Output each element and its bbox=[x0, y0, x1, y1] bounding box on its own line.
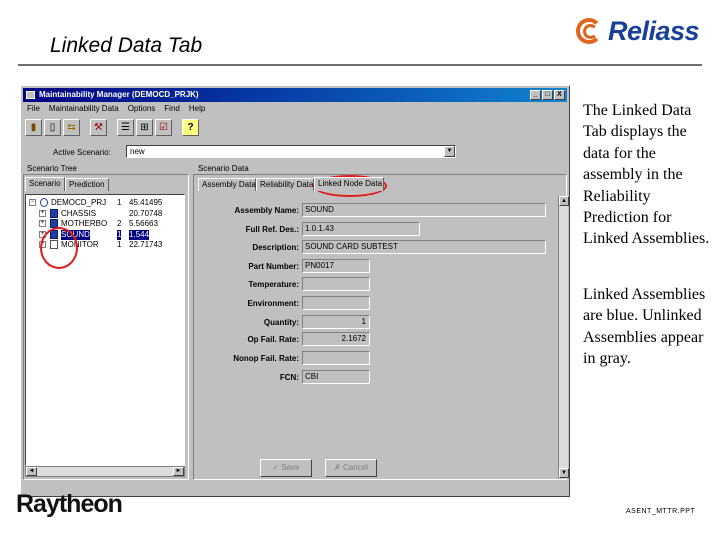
footer-code: ASENT_MTTR.PPT bbox=[626, 508, 696, 515]
save-icon[interactable]: ⇆ bbox=[63, 119, 80, 136]
nonop-fail-rate-field bbox=[302, 351, 370, 365]
environment-field bbox=[302, 296, 370, 310]
save-button-label: Save bbox=[281, 463, 300, 472]
cancel-button-label: Cancel bbox=[343, 463, 368, 472]
cancel-x-icon: ✗ bbox=[334, 463, 341, 472]
tab-reliability-data[interactable]: Reliability Data bbox=[256, 178, 314, 191]
menu-file[interactable]: File bbox=[27, 103, 40, 115]
tree-row-democd-prj[interactable]: − DEMOCD_PRJ 1 45.41495 bbox=[29, 198, 184, 208]
chevron-down-icon[interactable]: ▼ bbox=[444, 146, 455, 157]
reliass-logo-mark-icon bbox=[576, 16, 606, 46]
assembly-name-field: SOUND bbox=[302, 203, 546, 217]
tree-row-chassis[interactable]: + CHASSIS 20.70748 bbox=[39, 208, 184, 219]
title-divider bbox=[18, 64, 702, 66]
description-linked-data-tab: The Linked Data Tab displays the data fo… bbox=[583, 102, 710, 248]
scenario-data-label: Scenario Data bbox=[198, 164, 249, 173]
close-button[interactable]: X bbox=[554, 90, 565, 100]
tree-row-value: 22.71743 bbox=[129, 240, 163, 249]
op-fail-rate-field: 2.1672 bbox=[302, 332, 370, 346]
linked-assembly-icon bbox=[50, 208, 58, 218]
slide-title: Linked Data Tab bbox=[50, 34, 203, 57]
tree-row-name: CHASSIS bbox=[61, 208, 97, 218]
op-fail-rate-label: Op Fail. Rate: bbox=[247, 335, 299, 344]
minimize-button[interactable]: _ bbox=[530, 90, 541, 100]
reliass-logo: Reliass bbox=[576, 14, 700, 48]
tree-row-value: 1.544 bbox=[129, 229, 150, 240]
active-scenario-value: new bbox=[130, 147, 145, 156]
list-icon[interactable]: ☰ bbox=[117, 119, 134, 136]
part-number-label: Part Number: bbox=[248, 262, 299, 271]
quantity-field: 1 bbox=[302, 315, 370, 329]
tab-prediction[interactable]: Prediction bbox=[65, 178, 109, 191]
tree-row-quantity: 2 bbox=[117, 219, 122, 228]
window-title: Maintainability Manager (DEMOCD_PRJK) bbox=[39, 90, 199, 99]
raytheon-logo: Raytheon bbox=[16, 490, 123, 518]
menu-maintainability-data[interactable]: Maintainability Data bbox=[49, 103, 119, 115]
tree-row-quantity: 1 bbox=[117, 229, 122, 240]
new-icon[interactable]: ▯ bbox=[44, 119, 61, 136]
tree-row-value: 45.41495 bbox=[129, 198, 163, 207]
menu-bar: File Maintainability Data Options Find H… bbox=[23, 103, 205, 115]
linked-assemblies-highlight-circle bbox=[40, 227, 78, 269]
environment-label: Environment: bbox=[247, 299, 299, 308]
help-icon[interactable]: ? bbox=[182, 119, 199, 136]
tree-icon[interactable]: ⊞ bbox=[136, 119, 153, 136]
active-scenario-select[interactable]: new ▼ bbox=[126, 145, 456, 158]
expand-toggle-icon[interactable]: + bbox=[39, 220, 46, 227]
tab-assembly-data[interactable]: Assembly Data bbox=[198, 178, 256, 191]
fcn-label: FCN: bbox=[279, 373, 299, 382]
fcn-field: CBI bbox=[302, 370, 370, 384]
data-vertical-scrollbar[interactable]: ▲ ▼ bbox=[558, 196, 569, 478]
expand-toggle-icon[interactable]: + bbox=[39, 209, 46, 217]
save-button[interactable]: ✓ Save bbox=[260, 459, 312, 477]
active-scenario-label: Active Scenario: bbox=[53, 148, 111, 157]
menu-options[interactable]: Options bbox=[128, 103, 156, 115]
window-titlebar: Maintainability Manager (DEMOCD_PRJK) _ … bbox=[23, 88, 567, 102]
tree-row-quantity: 1 bbox=[117, 198, 122, 207]
tree-horizontal-scrollbar[interactable]: ◄ ► bbox=[25, 466, 185, 477]
tab-linked-node-data[interactable]: Linked Node Data bbox=[314, 177, 384, 191]
cancel-button[interactable]: ✗ Cancel bbox=[325, 459, 377, 477]
description-linked-assemblies: Linked Assemblies are blue. Unlinked Ass… bbox=[583, 286, 706, 368]
tree-row-value: 20.70748 bbox=[129, 208, 163, 218]
full-ref-des-label: Full Ref. Des.: bbox=[245, 225, 299, 234]
tree-row-quantity: 1 bbox=[117, 240, 122, 249]
temperature-field bbox=[302, 277, 370, 291]
scenario-tree-label: Scenario Tree bbox=[27, 164, 77, 173]
checklist-icon[interactable]: ☑ bbox=[155, 119, 172, 136]
reliass-logo-text: Reliass bbox=[608, 15, 700, 46]
expand-toggle-icon[interactable]: − bbox=[29, 199, 36, 206]
scroll-up-icon[interactable]: ▲ bbox=[559, 196, 569, 206]
menu-find[interactable]: Find bbox=[164, 103, 180, 115]
tree-row-name: MOTHERBO bbox=[61, 219, 108, 228]
scroll-left-icon[interactable]: ◄ bbox=[26, 467, 37, 476]
description-field: SOUND CARD SUBTEST bbox=[302, 240, 546, 254]
tools-icon[interactable]: ⚒ bbox=[90, 119, 107, 136]
scroll-down-icon[interactable]: ▼ bbox=[559, 468, 569, 478]
scroll-right-icon[interactable]: ► bbox=[173, 467, 184, 476]
toolbar: ▮ ▯ ⇆ ⚒ ☰ ⊞ ☑ ? bbox=[25, 119, 199, 136]
tab-scenario[interactable]: Scenario bbox=[25, 177, 65, 191]
assembly-name-label: Assembly Name: bbox=[234, 206, 299, 215]
app-icon bbox=[26, 91, 35, 99]
project-icon bbox=[40, 198, 48, 207]
save-check-icon: ✓ bbox=[272, 463, 280, 472]
nonop-fail-rate-label: Nonop Fail. Rate: bbox=[233, 354, 299, 363]
quantity-label: Quantity: bbox=[263, 318, 299, 327]
description-label: Description: bbox=[252, 243, 299, 252]
maintainability-manager-window: Maintainability Manager (DEMOCD_PRJK) _ … bbox=[20, 85, 570, 497]
maximize-button[interactable]: □ bbox=[542, 90, 553, 100]
full-ref-des-field: 1.0.1.43 bbox=[302, 222, 420, 236]
tree-row-value: 5.56663 bbox=[129, 219, 158, 228]
temperature-label: Temperature: bbox=[248, 280, 299, 289]
menu-help[interactable]: Help bbox=[189, 103, 205, 115]
tree-row-name: DEMOCD_PRJ bbox=[51, 198, 107, 207]
exit-icon[interactable]: ▮ bbox=[25, 119, 42, 136]
part-number-field: PN0017 bbox=[302, 259, 370, 273]
scenario-data-pane bbox=[193, 174, 567, 480]
